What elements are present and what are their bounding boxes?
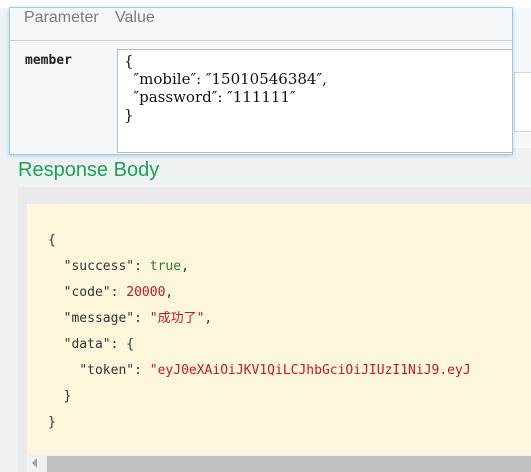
parameters-panel: Parameter Value member { ″mobile″: ″1501… — [9, 7, 513, 155]
response-body-title: Response Body — [18, 159, 160, 181]
json-data-open-brace: { — [126, 337, 135, 352]
json-key-message: "message" — [63, 311, 135, 326]
header-value: Value — [115, 9, 155, 26]
scroll-left-arrow-icon[interactable] — [32, 458, 37, 468]
json-key-success: "success" — [63, 259, 135, 274]
scrollbar-thumb[interactable] — [47, 456, 531, 472]
json-value-success: true — [149, 259, 182, 274]
json-key-token: "token" — [79, 363, 135, 378]
response-json: { "success": true, "code": 20000, "messa… — [48, 233, 471, 430]
header-parameter: Parameter — [24, 9, 99, 26]
json-open-brace: { — [48, 233, 56, 248]
json-close-brace: } — [48, 415, 56, 430]
json-value-message: "成功了" — [149, 311, 205, 326]
json-value-token: "eyJ0eXAiOiJKV1QiLCJhbGciOiJIUzI1NiJ9.ey… — [149, 363, 471, 378]
response-code-box[interactable]: { "success": true, "code": 20000, "messa… — [27, 204, 531, 454]
parameter-name-member: member — [25, 53, 72, 68]
background-input-edge — [514, 72, 531, 132]
member-value-textarea[interactable]: { ″mobile″: ″15010546384″, ″password″: ″… — [117, 49, 512, 153]
json-key-code: "code" — [63, 285, 111, 300]
json-key-data: "data" — [63, 337, 111, 352]
horizontal-scrollbar[interactable] — [27, 454, 531, 472]
parameters-table-header: Parameter Value — [10, 8, 512, 41]
json-value-code: 20000 — [126, 285, 166, 300]
json-data-close-brace: } — [63, 389, 72, 404]
